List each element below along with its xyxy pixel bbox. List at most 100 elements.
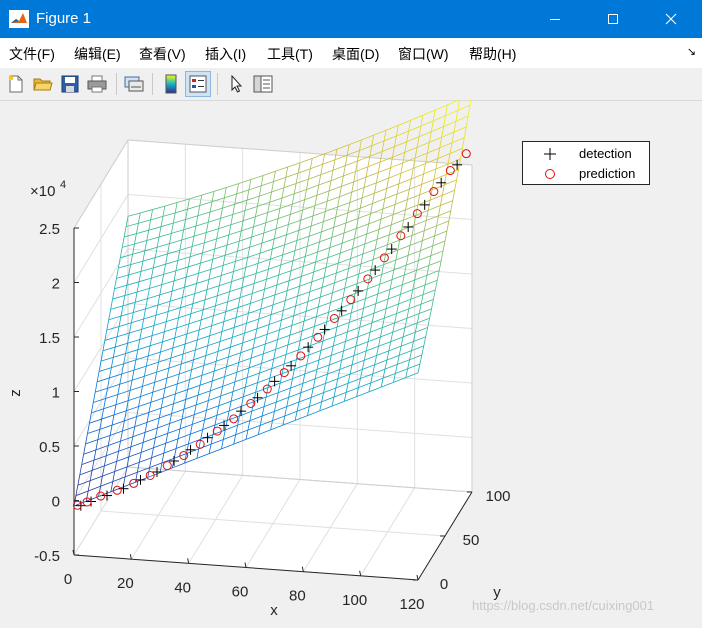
surface-mesh-line <box>430 120 434 132</box>
surface-mesh-line <box>455 110 459 122</box>
menu-help[interactable]: 帮助(H) <box>469 44 516 64</box>
z-tick-label: -0.5 <box>34 548 60 565</box>
surface-mesh-line <box>336 144 350 150</box>
surface-mesh-line <box>406 136 420 143</box>
surface-mesh-line <box>437 147 441 159</box>
new-figure-button[interactable] <box>3 71 29 97</box>
surface-mesh-line <box>449 142 453 154</box>
open-file-button[interactable] <box>30 71 56 97</box>
x-tick-label: 0 <box>64 571 72 588</box>
surface-mesh-line <box>381 146 395 152</box>
window-title-bar[interactable]: Figure 1 <box>0 0 702 38</box>
menu-tools[interactable]: 工具(T) <box>267 44 313 64</box>
surface-mesh-line <box>453 121 457 133</box>
minimize-button[interactable] <box>526 0 584 38</box>
matlab-logo-icon <box>9 10 29 28</box>
toolbar-separator <box>116 73 117 95</box>
z-exponent-power: 4 <box>60 179 66 191</box>
surface-mesh-line <box>463 126 467 138</box>
surface-mesh-line <box>394 141 407 148</box>
surface-mesh-line <box>439 142 453 149</box>
print-button[interactable] <box>84 71 110 97</box>
x-axis-label: x <box>270 602 278 619</box>
colorbar-button[interactable] <box>158 71 184 97</box>
surface-mesh-line <box>443 115 446 127</box>
surface-mesh-line <box>420 120 434 127</box>
maximize-icon <box>608 14 618 24</box>
pointer-icon <box>231 75 243 93</box>
link-plot-button[interactable] <box>121 71 147 97</box>
surface-mesh-line <box>422 109 436 116</box>
y-tick-label: 0 <box>440 576 448 593</box>
surface-mesh-line <box>383 130 387 142</box>
window-title: Figure 1 <box>36 10 92 27</box>
x-tick-label: 20 <box>117 575 134 592</box>
surface-mesh-line <box>431 126 444 133</box>
property-inspector-icon <box>253 75 273 93</box>
close-button[interactable] <box>642 0 700 38</box>
surface-mesh-line <box>416 136 420 148</box>
legend-entry-detection: detection <box>523 144 649 164</box>
legend-label-prediction: prediction <box>579 166 636 181</box>
surface-mesh-line <box>395 125 399 137</box>
watermark: https://blog.csdn.net/cuixing001 <box>472 598 655 613</box>
maximize-button[interactable] <box>584 0 642 38</box>
legend-icon <box>189 75 207 93</box>
surface-mesh-line <box>447 100 460 106</box>
menu-insert[interactable]: 插入(I) <box>205 44 246 64</box>
menu-desktop[interactable]: 桌面(D) <box>332 44 379 64</box>
circle-marker-icon <box>545 169 555 179</box>
menu-window[interactable]: 窗口(W) <box>398 44 449 64</box>
surface-mesh-line <box>369 145 373 157</box>
surface-mesh-line <box>408 120 411 132</box>
colorbar-icon <box>165 74 177 94</box>
surface-mesh-line <box>359 139 362 151</box>
surface-mesh-line <box>434 104 448 111</box>
z-tick-label: 2.5 <box>39 221 60 238</box>
surface-mesh-line <box>418 131 432 138</box>
plus-marker-icon <box>544 148 556 160</box>
z-tick-label: 2 <box>52 276 60 293</box>
surface-mesh-line <box>432 110 436 121</box>
legend-button[interactable] <box>185 71 211 97</box>
menu-file[interactable]: 文件(F) <box>9 44 55 64</box>
y-tick-label: 100 <box>485 488 510 505</box>
surface-mesh-line <box>420 115 424 127</box>
new-figure-icon <box>8 75 23 93</box>
surface-mesh-line <box>381 140 385 152</box>
surface-mesh-line <box>406 131 410 142</box>
z-tick-label: 0.5 <box>39 439 60 456</box>
y-tick-label: 50 <box>463 532 480 549</box>
surface-mesh-line <box>408 125 422 132</box>
menu-view[interactable]: 查看(V) <box>139 44 186 64</box>
z-tick-label: 1 <box>52 385 60 402</box>
surface-mesh-line <box>359 145 372 151</box>
surface-mesh-line <box>445 110 458 117</box>
x-tick-label: 40 <box>174 579 191 596</box>
z-tick-label: 0 <box>52 494 60 511</box>
surface-mesh-line <box>441 126 444 138</box>
menu-edit[interactable]: 编辑(E) <box>74 44 121 64</box>
pointer-button[interactable] <box>223 71 249 97</box>
surface-mesh-line <box>453 126 467 133</box>
menu-bar: 文件(F) 编辑(E) 查看(V) 插入(I) 工具(T) 桌面(D) 窗口(W… <box>0 38 702 68</box>
surface-mesh-line <box>441 131 455 138</box>
surface-mesh-line <box>369 151 383 157</box>
link-plot-icon <box>124 76 144 92</box>
surface-mesh-line <box>429 136 442 143</box>
surface-mesh-line <box>392 146 395 158</box>
surface-mesh-line <box>398 119 411 126</box>
surface-mesh-line <box>404 141 408 153</box>
surface-mesh-line <box>451 132 455 143</box>
surface-mesh-line <box>457 100 461 111</box>
chart-legend[interactable]: detection prediction <box>522 141 650 185</box>
dock-arrow-icon[interactable]: ↘ <box>687 45 696 58</box>
save-button[interactable] <box>57 71 83 97</box>
surface-mesh-line <box>461 137 465 149</box>
surface-mesh-line <box>467 105 471 117</box>
open-file-icon <box>33 78 53 91</box>
x-tick-label: 60 <box>232 584 249 601</box>
z-exponent-label: ×10 <box>30 183 55 200</box>
property-inspector-button[interactable] <box>250 71 276 97</box>
figure-toolbar <box>0 68 702 101</box>
